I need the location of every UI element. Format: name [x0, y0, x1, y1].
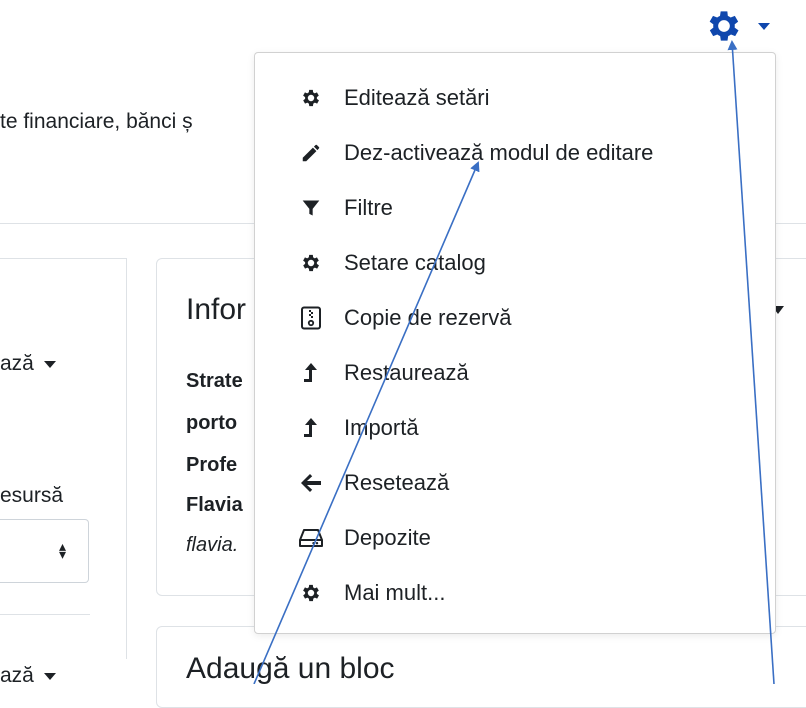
menu-item-toggle-editing[interactable]: Dez-activează modul de editare — [255, 127, 775, 179]
pencil-icon — [299, 141, 323, 165]
menu-item-label: Depozite — [344, 525, 431, 550]
filter-icon — [299, 196, 323, 220]
archive-file-icon — [299, 306, 323, 330]
arrow-left-icon — [299, 471, 323, 495]
resource-select[interactable]: ▴ ▾ — [0, 519, 89, 583]
menu-item-label: Mai mult... — [344, 580, 446, 605]
gear-icon — [299, 251, 323, 275]
menu-item-repositories[interactable]: Depozite — [255, 512, 775, 564]
left-label: esursă — [0, 484, 64, 507]
info-line: Flavia — [186, 494, 243, 516]
level-up-icon — [299, 416, 323, 440]
select-arrows-icon: ▴ ▾ — [58, 538, 66, 562]
caret-down-icon — [43, 360, 56, 368]
menu-item-label: Importă — [344, 415, 419, 440]
level-up-icon — [299, 361, 323, 385]
caret-down-icon — [43, 672, 56, 680]
left-menu-toggle[interactable]: ază — [0, 352, 56, 376]
course-subtitle: te financiare, bănci ș — [0, 110, 193, 133]
divider — [0, 614, 90, 615]
gear-icon — [704, 6, 744, 46]
settings-dropdown-menu: Editează setări Dez-activează modul de e… — [254, 52, 776, 634]
chevron-down-icon — [758, 22, 770, 30]
gear-icon — [299, 581, 323, 605]
menu-item-label: Resetează — [344, 470, 450, 495]
menu-item-reset[interactable]: Resetează — [255, 457, 775, 509]
gear-icon — [299, 86, 323, 110]
left-menu-toggle-2[interactable]: ază — [0, 664, 56, 688]
add-block-title: Adaugă un bloc — [186, 652, 395, 685]
menu-item-restore[interactable]: Restaurează — [255, 347, 775, 399]
menu-item-label: Editează setări — [344, 85, 490, 110]
menu-item-label: Restaurează — [344, 360, 469, 385]
left-block — [0, 258, 127, 659]
settings-menu-toggle[interactable] — [704, 8, 774, 44]
menu-item-label: Dez-activează modul de editare — [344, 140, 654, 165]
menu-item-gradebook-setup[interactable]: Setare catalog — [255, 237, 775, 289]
info-email[interactable]: flavia. — [186, 534, 238, 557]
info-block-title: Infor — [186, 293, 247, 326]
menu-item-more[interactable]: Mai mult... — [255, 567, 775, 619]
menu-item-label: Filtre — [344, 195, 393, 220]
info-line: porto — [186, 412, 238, 434]
menu-item-label: Copie de rezervă — [344, 305, 512, 330]
hdd-icon — [299, 526, 323, 550]
menu-item-label: Setare catalog — [344, 250, 486, 275]
menu-item-edit-settings[interactable]: Editează setări — [255, 72, 775, 124]
menu-item-backup[interactable]: Copie de rezervă — [255, 292, 775, 344]
info-line: Profe — [186, 454, 238, 476]
menu-item-import[interactable]: Importă — [255, 402, 775, 454]
info-line: Strate — [186, 370, 243, 392]
menu-item-filters[interactable]: Filtre — [255, 182, 775, 234]
